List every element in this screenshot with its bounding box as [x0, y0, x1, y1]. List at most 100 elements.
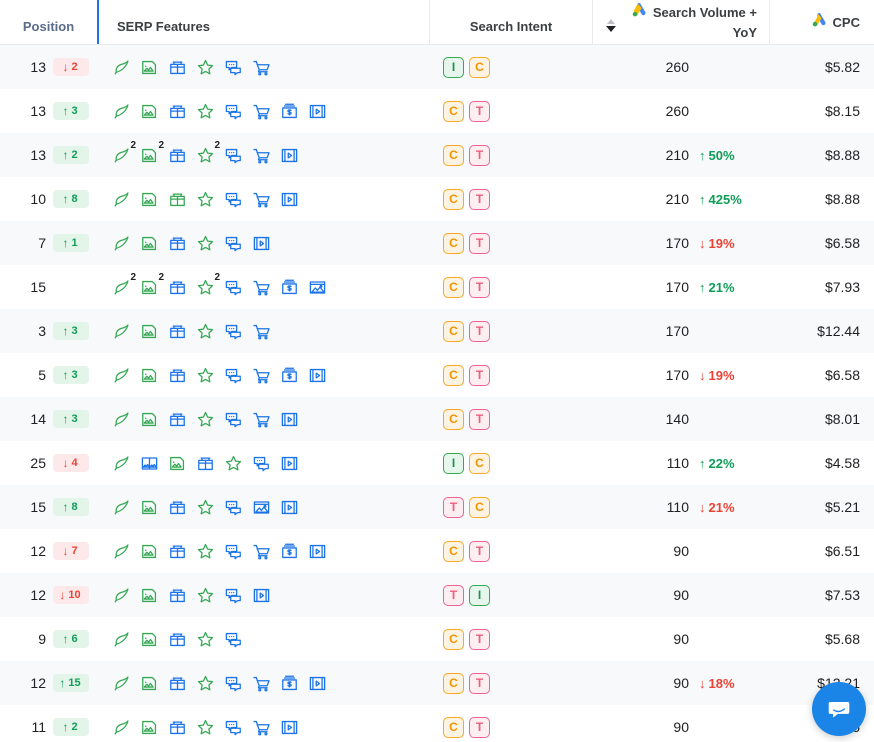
serp-feature-cart-icon[interactable] [251, 188, 272, 210]
serp-feature-cart-icon[interactable] [251, 408, 272, 430]
serp-feature-image-icon[interactable] [139, 628, 160, 650]
search-intent-badge-T[interactable]: T [469, 188, 490, 210]
search-intent-badge-T[interactable]: T [469, 100, 490, 122]
serp-feature-discussion-icon[interactable] [223, 716, 244, 738]
search-intent-badge-C[interactable]: C [469, 496, 490, 518]
serp-feature-gift-icon[interactable] [167, 628, 188, 650]
column-header-position[interactable]: Position [0, 0, 97, 44]
search-intent-badge-T[interactable]: T [469, 144, 490, 166]
serp-feature-ad-money-icon[interactable] [279, 276, 300, 298]
serp-feature-gift-icon[interactable] [167, 408, 188, 430]
serp-feature-star-icon[interactable]: 2 [195, 141, 220, 166]
table-row[interactable]: 7 ↑ 1 C T 170 ↓ 19% $6.58 [0, 221, 874, 265]
search-intent-badge-T[interactable]: T [469, 276, 490, 298]
table-row[interactable]: 13 ↓ 2 I C 260 $5.82 [0, 45, 874, 89]
search-intent-badge-C[interactable]: C [443, 276, 464, 298]
search-intent-badge-C[interactable]: C [443, 364, 464, 386]
serp-feature-image-icon[interactable]: 2 [139, 273, 164, 298]
serp-feature-leaf-icon[interactable] [111, 56, 132, 78]
serp-feature-discussion-icon[interactable] [223, 364, 244, 386]
serp-feature-image-icon[interactable] [139, 100, 160, 122]
serp-feature-video-icon[interactable] [251, 232, 272, 254]
serp-feature-video-icon[interactable] [307, 100, 328, 122]
serp-feature-leaf-icon[interactable] [111, 364, 132, 386]
search-intent-badge-I[interactable]: I [443, 56, 464, 78]
column-header-search-intent[interactable]: Search Intent [429, 0, 592, 44]
search-intent-badge-T[interactable]: T [469, 364, 490, 386]
column-header-cpc[interactable]: CPC [769, 0, 874, 44]
serp-feature-star-icon[interactable] [195, 56, 216, 78]
serp-feature-leaf-icon[interactable] [111, 408, 132, 430]
table-row[interactable]: 3 ↑ 3 C T 170 $12.44 [0, 309, 874, 353]
table-row[interactable]: 15 2 2 2 C T 170 ↑ 21% $7.93 [0, 265, 874, 309]
serp-feature-image-icon[interactable] [167, 452, 188, 474]
serp-feature-photo-icon[interactable] [251, 496, 272, 518]
serp-feature-video-icon[interactable] [307, 364, 328, 386]
table-row[interactable]: 9 ↑ 6 C T 90 $5.68 [0, 617, 874, 661]
serp-feature-leaf-icon[interactable] [111, 320, 132, 342]
serp-feature-discussion-icon[interactable] [223, 144, 244, 166]
chat-bubble-icon[interactable] [812, 682, 866, 736]
serp-feature-video-icon[interactable] [307, 672, 328, 694]
table-row[interactable]: 25 ↓ 4 I C 110 ↑ 22% $4.58 [0, 441, 874, 485]
serp-feature-leaf-icon[interactable]: 2 [111, 141, 136, 166]
serp-feature-star-icon[interactable] [195, 716, 216, 738]
search-intent-badge-T[interactable]: T [469, 628, 490, 650]
search-intent-badge-T[interactable]: T [443, 584, 464, 606]
serp-feature-discussion-icon[interactable] [223, 584, 244, 606]
serp-feature-star-icon[interactable] [195, 364, 216, 386]
table-row[interactable]: 13 ↑ 2 2 2 2 C T 210 ↑ 50% $8.88 [0, 133, 874, 177]
serp-feature-image-pack-icon[interactable] [139, 452, 160, 474]
search-intent-badge-T[interactable]: T [469, 320, 490, 342]
serp-feature-gift-icon[interactable] [167, 56, 188, 78]
serp-feature-video-icon[interactable] [279, 144, 300, 166]
serp-feature-discussion-icon[interactable] [223, 100, 244, 122]
serp-feature-star-icon[interactable] [195, 100, 216, 122]
serp-feature-video-icon[interactable] [307, 540, 328, 562]
search-intent-badge-C[interactable]: C [469, 452, 490, 474]
serp-feature-discussion-icon[interactable] [223, 56, 244, 78]
serp-feature-gift-icon[interactable] [195, 452, 216, 474]
serp-feature-leaf-icon[interactable] [111, 100, 132, 122]
serp-feature-image-icon[interactable] [139, 496, 160, 518]
serp-feature-leaf-icon[interactable] [111, 452, 132, 474]
search-intent-badge-C[interactable]: C [443, 144, 464, 166]
serp-feature-discussion-icon[interactable] [223, 672, 244, 694]
serp-feature-image-icon[interactable] [139, 716, 160, 738]
search-intent-badge-C[interactable]: C [469, 56, 490, 78]
serp-feature-cart-icon[interactable] [251, 364, 272, 386]
serp-feature-gift-icon[interactable] [167, 672, 188, 694]
serp-feature-image-icon[interactable] [139, 408, 160, 430]
serp-feature-ad-money-icon[interactable] [279, 100, 300, 122]
search-intent-badge-I[interactable]: I [469, 584, 490, 606]
serp-feature-star-icon[interactable] [195, 408, 216, 430]
table-row[interactable]: 5 ↑ 3 C T 170 ↓ 19% $6.58 [0, 353, 874, 397]
serp-feature-leaf-icon[interactable] [111, 716, 132, 738]
search-intent-badge-T[interactable]: T [469, 540, 490, 562]
search-intent-badge-C[interactable]: C [443, 408, 464, 430]
serp-feature-star-icon[interactable] [223, 452, 244, 474]
table-row[interactable]: 14 ↑ 3 C T 140 $8.01 [0, 397, 874, 441]
serp-feature-cart-icon[interactable] [251, 672, 272, 694]
serp-feature-leaf-icon[interactable] [111, 232, 132, 254]
table-row[interactable]: 12 ↑ 15 C T 90 ↓ 18% [0, 661, 874, 705]
search-intent-badge-C[interactable]: C [443, 628, 464, 650]
serp-feature-discussion-icon[interactable] [223, 628, 244, 650]
serp-feature-image-icon[interactable]: 2 [139, 141, 164, 166]
search-intent-badge-T[interactable]: T [443, 496, 464, 518]
table-row[interactable]: 10 ↑ 8 C T 210 ↑ 425% $8.88 [0, 177, 874, 221]
serp-feature-image-icon[interactable] [139, 672, 160, 694]
serp-feature-video-icon[interactable] [279, 452, 300, 474]
serp-feature-cart-icon[interactable] [251, 56, 272, 78]
serp-feature-gift-icon[interactable] [167, 276, 188, 298]
search-intent-badge-C[interactable]: C [443, 320, 464, 342]
serp-feature-video-icon[interactable] [279, 408, 300, 430]
search-intent-badge-T[interactable]: T [469, 672, 490, 694]
serp-feature-leaf-icon[interactable] [111, 672, 132, 694]
serp-feature-discussion-icon[interactable] [223, 276, 244, 298]
serp-feature-leaf-icon[interactable] [111, 584, 132, 606]
serp-feature-gift-icon[interactable] [167, 320, 188, 342]
table-row[interactable]: 12 ↓ 7 C T 90 $6.51 [0, 529, 874, 573]
serp-feature-cart-icon[interactable] [251, 320, 272, 342]
serp-feature-image-icon[interactable] [139, 56, 160, 78]
